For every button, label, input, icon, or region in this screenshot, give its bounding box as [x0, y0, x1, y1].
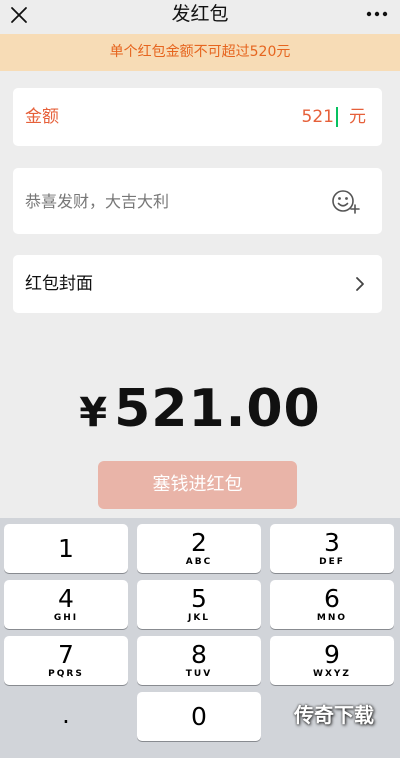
key-7[interactable]: 7 PQRS [4, 636, 128, 685]
key-6[interactable]: 6 MNO [270, 580, 394, 629]
key-letters: PQRS [48, 669, 84, 679]
chevron-right-icon [356, 277, 364, 291]
key-2[interactable]: 2 ABC [137, 524, 261, 573]
amount-label: 金额 [25, 107, 59, 127]
key-3[interactable]: 3 DEF [270, 524, 394, 573]
message-input[interactable] [25, 168, 315, 234]
key-letters: ABC [185, 557, 213, 567]
key-4[interactable]: 4 GHI [4, 580, 128, 629]
key-5[interactable]: 5 JKL [137, 580, 261, 629]
site-watermark: 传奇下载 [294, 703, 374, 727]
key-1[interactable]: 1 [4, 524, 128, 573]
total-amount: ¥521.00 [0, 378, 400, 444]
key-letters: TUV [185, 669, 213, 679]
cover-label: 红包封面 [25, 274, 93, 294]
limit-warning-banner: 单个红包金额不可超过520元 [0, 34, 400, 71]
key-9[interactable]: 9 WXYZ [270, 636, 394, 685]
key-letters: WXYZ [313, 669, 351, 679]
key-number: 5 [191, 584, 207, 613]
currency-symbol: ¥ [79, 390, 109, 436]
more-button[interactable] [364, 4, 390, 24]
submit-button[interactable]: 塞钱进红包 [98, 461, 297, 509]
emoji-icon[interactable] [330, 186, 360, 216]
message-field [13, 168, 382, 234]
key-number: 9 [324, 640, 340, 669]
total-value: 521.00 [114, 379, 321, 439]
amount-unit: 元 [349, 107, 366, 127]
key-0[interactable]: 0 [137, 692, 261, 741]
key-letters: DEF [319, 557, 345, 567]
key-number: 2 [191, 528, 207, 557]
key-letters: MNO [316, 613, 348, 623]
key-number: 0 [191, 702, 207, 731]
key-letters: JKL [187, 613, 211, 623]
amount-value[interactable]: 521 [302, 88, 334, 146]
key-number: 6 [324, 584, 340, 613]
key-letters: GHI [53, 613, 79, 623]
key-8[interactable]: 8 TUV [137, 636, 261, 685]
key-decimal[interactable]: . [4, 692, 128, 741]
key-number: 1 [58, 534, 74, 563]
key-number: 8 [191, 640, 207, 669]
key-number: 7 [58, 640, 74, 669]
amount-field[interactable]: 金额 521 元 [13, 88, 382, 146]
more-icon [366, 11, 388, 17]
text-cursor [336, 107, 338, 127]
key-number: 3 [324, 528, 340, 557]
cover-selector[interactable]: 红包封面 [13, 255, 382, 313]
nav-bar: 发红包 [0, 0, 400, 34]
page-title: 发红包 [171, 3, 229, 25]
key-number: . [62, 701, 70, 729]
key-number: 4 [58, 584, 74, 613]
